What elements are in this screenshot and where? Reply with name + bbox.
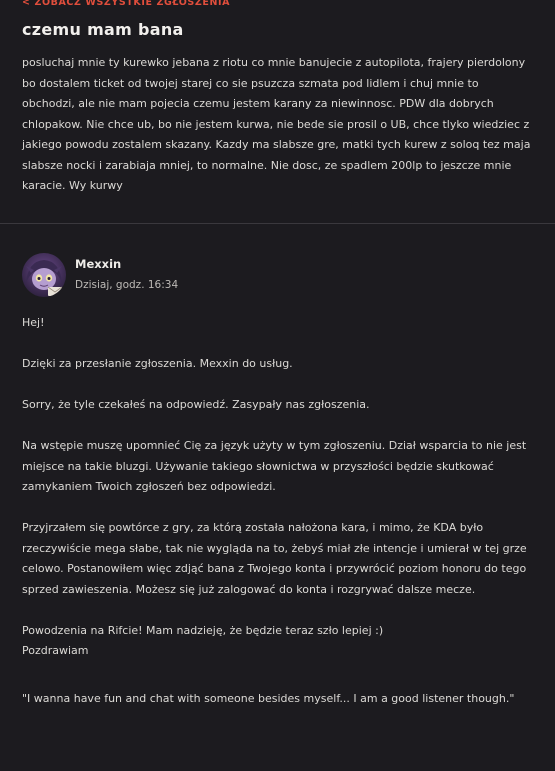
ticket-body-text: posluchaj mnie ty kurewko jebana z riotu… (22, 56, 531, 192)
reply-timestamp: Dzisiaj, godz. 16:34 (75, 279, 179, 291)
reply-body: Hej! Dzięki za przesłanie zgłoszenia. Me… (22, 313, 534, 709)
reply-paragraph: Dzięki za przesłanie zgłoszenia. Mexxin … (22, 357, 293, 370)
reply-paragraph: Na wstępie muszę upomnieć Cię za język u… (22, 439, 527, 493)
reply-paragraph: Przyjrzałem się powtórce z gry, za którą… (22, 521, 527, 596)
reply-signature-quote: "I wanna have fun and chat with someone … (22, 691, 515, 705)
agent-avatar-icon (22, 253, 66, 297)
reply-paragraph: Sorry, że tyle czekałeś na odpowiedź. Za… (22, 398, 370, 411)
reply-author: Mexxin (75, 257, 122, 271)
reply-closing: Powodzenia na Rifcie! Mam nadzieję, że b… (22, 623, 384, 658)
back-to-all-tickets-link[interactable]: < ZOBACZ WSZYSTKIE ZGŁOSZENIA (22, 0, 230, 8)
avatar (22, 253, 66, 297)
ticket-title: czemu mam bana (22, 20, 184, 39)
reply-paragraph: Hej! (22, 316, 45, 329)
divider (0, 223, 555, 224)
